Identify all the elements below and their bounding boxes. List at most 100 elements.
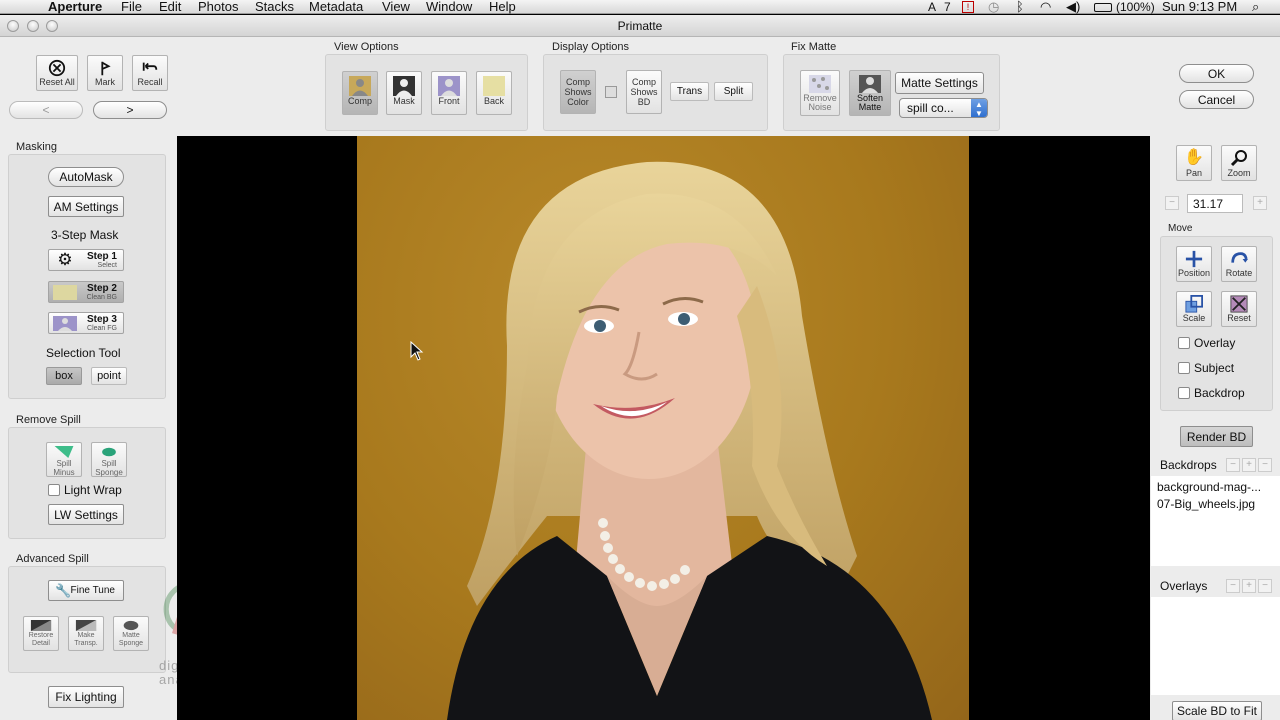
- sponge-icon: [102, 447, 116, 457]
- fix-lighting-button[interactable]: Fix Lighting: [48, 686, 124, 708]
- zoom-value-field[interactable]: 31.17: [1187, 194, 1243, 213]
- mark-button[interactable]: Mark: [87, 55, 123, 91]
- title-bar: Primatte: [0, 15, 1280, 37]
- subject-checkbox[interactable]: [1178, 362, 1190, 374]
- lw-settings-button[interactable]: LW Settings: [48, 504, 124, 525]
- step2-button[interactable]: Step 2 Clean BG: [48, 281, 124, 303]
- display-toggle-swatch[interactable]: [605, 86, 617, 98]
- menu-edit[interactable]: Edit: [159, 0, 181, 14]
- automask-button[interactable]: AutoMask: [48, 167, 124, 187]
- menu-window[interactable]: Window: [426, 0, 472, 14]
- menu-view[interactable]: View: [382, 0, 410, 14]
- soften-person-icon: [859, 75, 881, 93]
- backdrop-item[interactable]: background-mag-...: [1157, 480, 1261, 494]
- backdrop-icon: [483, 76, 505, 96]
- recall-button[interactable]: Recall: [132, 55, 168, 91]
- trans-button[interactable]: Trans: [670, 82, 709, 101]
- clock[interactable]: Sun 9:13 PM: [1162, 0, 1237, 14]
- backdrop-label: Backdrop: [1194, 386, 1245, 400]
- fine-tune-button[interactable]: 🔧 Fine Tune: [48, 580, 124, 601]
- backdrops-list[interactable]: background-mag-... 07-Big_wheels.jpg: [1151, 476, 1280, 566]
- overlays-remove-button[interactable]: −: [1226, 579, 1240, 593]
- step1-button[interactable]: ⚙ Step 1 Select: [48, 249, 124, 271]
- backdrops-remove-button[interactable]: −: [1226, 458, 1240, 472]
- volume-icon[interactable]: ◀): [1066, 0, 1080, 14]
- ok-button[interactable]: OK: [1179, 64, 1254, 83]
- point-tool-button[interactable]: point: [91, 367, 127, 385]
- spotlight-icon[interactable]: ⌕: [1252, 0, 1259, 14]
- composite-photo[interactable]: [357, 136, 969, 720]
- restore-detail-icon: [30, 620, 52, 631]
- selection-tool-label: Selection Tool: [46, 346, 121, 360]
- overlays-list[interactable]: [1151, 597, 1280, 695]
- alert-icon[interactable]: !: [962, 1, 974, 13]
- step3-button[interactable]: Step 3 Clean FG: [48, 312, 124, 334]
- make-transparent-icon: [75, 620, 97, 631]
- cancel-button[interactable]: Cancel: [1179, 90, 1254, 109]
- menu-photos[interactable]: Photos: [198, 0, 238, 14]
- time-machine-icon[interactable]: ◷: [988, 0, 999, 14]
- front-person-icon: [438, 76, 460, 96]
- remove-noise-button[interactable]: Remove Noise: [800, 70, 840, 116]
- pan-tool-button[interactable]: ✋ Pan: [1176, 145, 1212, 181]
- view-options-title: View Options: [334, 41, 399, 53]
- light-wrap-checkbox[interactable]: [48, 484, 60, 496]
- mask-person-icon: [393, 76, 415, 96]
- zoom-tool-button[interactable]: Zoom: [1221, 145, 1257, 181]
- comp-shows-bd-button[interactable]: Comp Shows BD: [626, 70, 662, 114]
- split-button[interactable]: Split: [714, 82, 753, 101]
- view-comp-button[interactable]: Comp: [342, 71, 378, 115]
- make-transparent-button[interactable]: Make Transp.: [68, 616, 104, 651]
- soften-matte-button[interactable]: Soften Matte: [849, 70, 891, 116]
- matte-sponge-button[interactable]: Matte Sponge: [113, 616, 149, 651]
- overlays-options-button[interactable]: −: [1258, 579, 1272, 593]
- view-front-button[interactable]: Front: [431, 71, 467, 115]
- menu-file[interactable]: File: [121, 0, 142, 14]
- overlay-checkbox[interactable]: [1178, 337, 1190, 349]
- backdrops-add-button[interactable]: +: [1242, 458, 1256, 472]
- next-button[interactable]: >: [93, 101, 167, 119]
- scale-bd-to-fit-button[interactable]: Scale BD to Fit: [1172, 701, 1262, 720]
- app-menu[interactable]: Aperture: [48, 0, 102, 14]
- menu-metadata[interactable]: Metadata: [309, 0, 363, 14]
- bluetooth-icon[interactable]: ᛒ: [1016, 0, 1024, 14]
- subject-label: Subject: [1194, 361, 1235, 375]
- display-options-title: Display Options: [552, 41, 630, 53]
- flag-icon: [101, 61, 111, 76]
- spill-select-dropdown[interactable]: spill co... ▲ ▼: [899, 98, 988, 118]
- render-bd-button[interactable]: Render BD: [1180, 426, 1253, 447]
- select-arrows-icon: ▲ ▼: [971, 99, 987, 118]
- position-button[interactable]: Position: [1176, 246, 1212, 282]
- comp-shows-color-button[interactable]: Comp Shows Color: [560, 70, 596, 114]
- wifi-icon[interactable]: ◠: [1040, 0, 1051, 14]
- box-tool-button[interactable]: box: [46, 367, 82, 385]
- restore-detail-button[interactable]: Restore Detail: [23, 616, 59, 651]
- scale-button[interactable]: Scale: [1176, 291, 1212, 327]
- prev-button[interactable]: <: [9, 101, 83, 119]
- reset-all-button[interactable]: Reset All: [36, 55, 78, 91]
- matte-settings-button[interactable]: Matte Settings: [895, 72, 984, 94]
- wrench-icon: 🔧: [55, 583, 72, 598]
- reset-transform-button[interactable]: Reset: [1221, 291, 1257, 327]
- backdrops-title: Backdrops: [1160, 458, 1217, 472]
- adobe-icon[interactable]: A: [928, 0, 936, 14]
- am-settings-button[interactable]: AM Settings: [48, 196, 124, 217]
- zoom-decrease-button[interactable]: −: [1165, 196, 1179, 210]
- menu-stacks[interactable]: Stacks: [255, 0, 294, 14]
- battery-icon[interactable]: [1094, 3, 1112, 12]
- window-title: Primatte: [617, 19, 663, 33]
- menu-help[interactable]: Help: [489, 0, 516, 14]
- backdrop-item[interactable]: 07-Big_wheels.jpg: [1157, 497, 1255, 511]
- rotate-button[interactable]: Rotate: [1221, 246, 1257, 282]
- battery-percent: (100%): [1116, 0, 1155, 14]
- overlays-add-button[interactable]: +: [1242, 579, 1256, 593]
- view-mask-button[interactable]: Mask: [386, 71, 422, 115]
- backdrop-checkbox[interactable]: [1178, 387, 1190, 399]
- spill-minus-icon: [54, 446, 74, 458]
- backdrops-options-button[interactable]: −: [1258, 458, 1272, 472]
- spill-minus-button[interactable]: Spill Minus: [46, 442, 82, 477]
- zoom-increase-button[interactable]: +: [1253, 196, 1267, 210]
- comp-person-icon: [349, 76, 371, 96]
- view-back-button[interactable]: Back: [476, 71, 512, 115]
- spill-sponge-button[interactable]: Spill Sponge: [91, 442, 127, 477]
